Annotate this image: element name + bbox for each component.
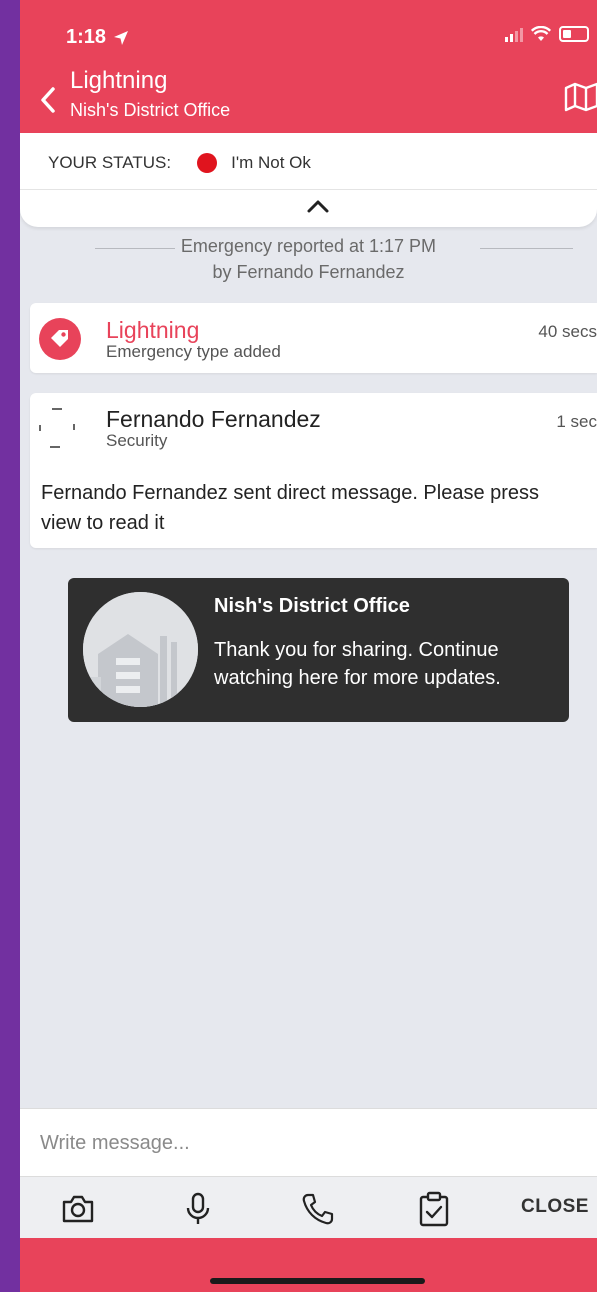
avatar <box>39 408 75 448</box>
timestamp: 40 secs <box>538 322 597 341</box>
your-status-panel: YOUR STATUS: I'm Not Ok <box>20 133 597 227</box>
tag-icon <box>39 318 81 360</box>
reported-by-text: by Fernando Fernandez <box>212 262 405 282</box>
organization-building-icon <box>83 592 198 707</box>
toast-body: Thank you for sharing. Continue watching… <box>214 639 501 689</box>
notification-toast[interactable]: Nish's District Office Thank you for sha… <box>68 578 569 722</box>
chevron-up-icon[interactable] <box>306 198 330 214</box>
sender-name: Fernando Fernandez <box>106 406 321 432</box>
emergency-type-title: Lightning <box>106 317 200 343</box>
your-status-row[interactable]: YOUR STATUS: I'm Not Ok <box>48 153 311 173</box>
emergency-type-subtitle: Emergency type added <box>106 342 281 361</box>
camera-icon[interactable] <box>60 1191 96 1227</box>
status-dot-icon <box>197 153 218 173</box>
back-chevron-icon[interactable] <box>38 86 58 114</box>
sender-role: Security <box>106 431 168 450</box>
message-text: Fernando Fernandez sent direct message. … <box>41 482 540 534</box>
microphone-icon[interactable] <box>180 1191 216 1227</box>
signal-icon <box>505 26 523 42</box>
direct-message-card[interactable]: Fernando Fernandez Security 1 sec Fernan… <box>30 393 597 548</box>
system-icons <box>505 26 589 42</box>
your-status-value: I'm Not Ok <box>231 153 311 172</box>
status-time: 1:18 <box>66 26 130 49</box>
app-header: 1:18 Lightning Nish's District Office <box>20 0 597 133</box>
message-input[interactable] <box>20 1109 597 1177</box>
page-subtitle: Nish's District Office <box>70 100 231 120</box>
close-button[interactable]: CLOSE <box>521 1196 589 1218</box>
message-composer <box>20 1108 597 1177</box>
emergency-type-card[interactable]: Lightning Emergency type added 40 secs <box>30 303 597 373</box>
action-toolbar: CLOSE <box>20 1176 597 1239</box>
emergency-reported-text: Emergency reported at 1:17 PM <box>180 236 437 256</box>
phone-screen: 1:18 Lightning Nish's District Office YO… <box>20 0 597 1292</box>
divider <box>20 189 597 190</box>
wifi-icon <box>531 26 551 41</box>
page-title: Lightning <box>70 67 168 94</box>
map-icon[interactable] <box>564 82 597 112</box>
clock-text: 1:18 <box>66 26 107 48</box>
home-indicator[interactable] <box>210 1278 425 1284</box>
location-arrow-icon <box>114 30 129 45</box>
toast-title: Nish's District Office <box>214 595 410 617</box>
phone-icon[interactable] <box>300 1191 336 1227</box>
battery-icon <box>559 26 589 42</box>
clipboard-check-icon[interactable] <box>416 1191 452 1227</box>
your-status-label: YOUR STATUS: <box>48 153 172 172</box>
timestamp: 1 sec <box>556 412 597 431</box>
